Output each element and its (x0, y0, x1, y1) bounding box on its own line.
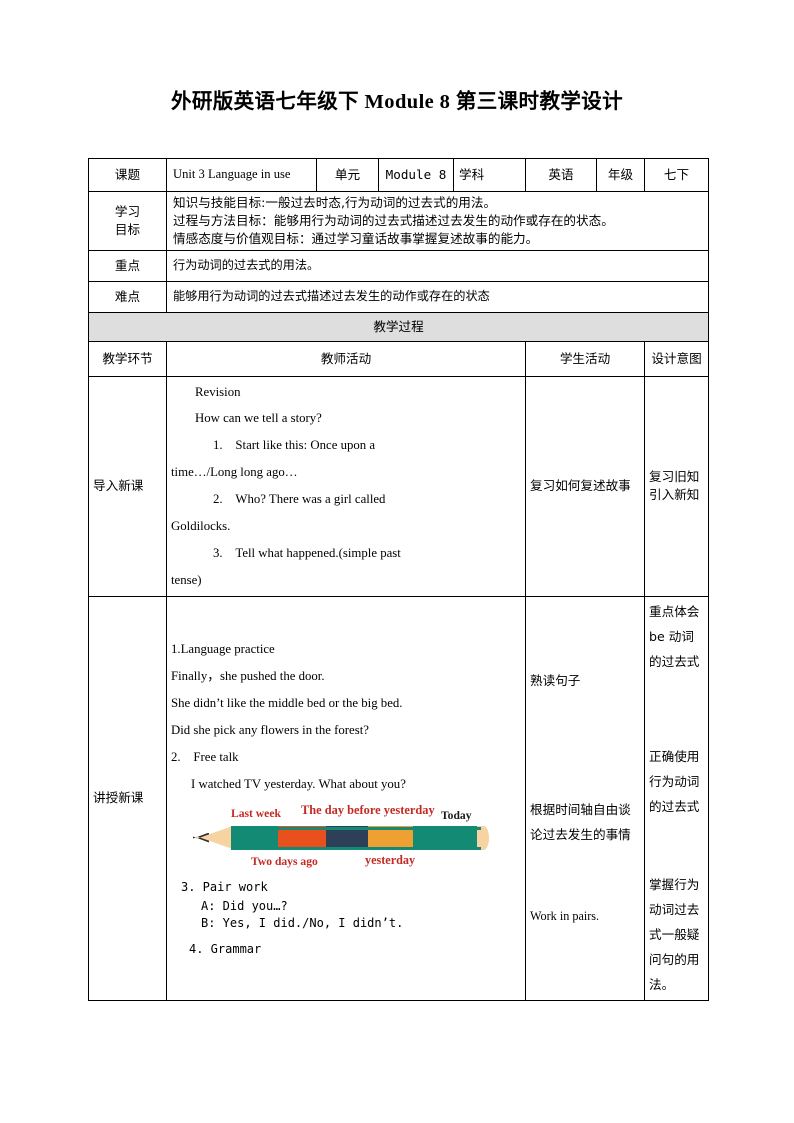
student-activity-item: 熟读句子 (530, 673, 581, 689)
col-header-stage: 教学环节 (88, 340, 167, 377)
revision-question: How can we tell a story? (195, 411, 322, 426)
table-row-objectives: 学习 目标 知识与技能目标:一般过去时态,行为动词的过去式的用法。 过程与方法目… (88, 191, 709, 251)
table-row-lead-in: 导入新课 Revision How can we tell a story? 1… (88, 375, 709, 597)
objectives-label-line1: 学习 (114, 203, 141, 219)
stage-new-lesson: 讲授新课 (88, 595, 167, 1001)
timeline-label-yesterday: yesterday (365, 852, 416, 867)
unit-label: 单元 (316, 158, 379, 192)
objectives-label: 学习 目标 (88, 191, 167, 251)
objective-line: 情感态度与价值观目标：通过学习童话故事掌握复述故事的能力。 (173, 230, 539, 246)
student-activity-item: Work in pairs. (530, 908, 600, 923)
design-intent-new-lesson: 重点体会 be 动词的过去式 正确使用行为动词的过去式 掌握行为动词过去式一般疑… (644, 595, 709, 1001)
table-row-new-lesson: 讲授新课 1.Language practice Finally，she pus… (88, 595, 709, 1001)
topic-value: Unit 3 Language in use (166, 158, 317, 192)
practice-sentence: She didn’t like the middle bed or the bi… (171, 696, 403, 711)
pair-work-line-b: B: Yes, I did./No, I didn’t. (201, 916, 404, 931)
pair-work-title: 3. Pair work (181, 879, 268, 894)
table-row-key-point: 重点 行为动词的过去式的用法。 (88, 249, 709, 282)
revision-item: Goldilocks. (171, 518, 231, 533)
subject-value: 英语 (525, 158, 597, 192)
timeline-label-today: Today (441, 808, 472, 822)
objectives-content: 知识与技能目标:一般过去时态,行为动词的过去式的用法。 过程与方法目标：能够用行… (166, 191, 709, 251)
pencil-stripe (231, 826, 481, 830)
subject-label: 学科 (453, 158, 526, 192)
topic-label: 课题 (88, 158, 167, 192)
timeline-label-two-days-ago: Two days ago (251, 854, 318, 868)
revision-item: 3. Tell what happened.(simple past (213, 545, 401, 560)
difficult-point-label: 难点 (88, 280, 167, 313)
pair-work-line-a: A: Did you…? (201, 898, 288, 913)
practice-sentence: Did she pick any flowers in the forest? (171, 722, 369, 737)
student-activity-lead-in: 复习如何复述故事 (525, 375, 645, 597)
table-row-process-headers: 教学环节 教师活动 学生活动 设计意图 (88, 340, 709, 377)
table-row-process-band: 教学过程 (88, 311, 709, 342)
design-intent-item: 掌握行为动词过去式一般疑问句的用法。 (649, 876, 700, 993)
key-point-value: 行为动词的过去式的用法。 (166, 249, 709, 282)
student-activity-item: 根据时间轴自由谈论过去发生的事情 (530, 802, 631, 843)
stage-lead-in: 导入新课 (88, 375, 167, 597)
design-intent-item: 正确使用行为动词的过去式 (649, 749, 700, 815)
revision-item: time…/Long long ago… (171, 465, 298, 480)
timeline-label-day-before-yesterday: The day before yesterday (301, 802, 435, 817)
revision-item: 1. Start like this: Once upon a (213, 438, 376, 453)
difficult-point-value: 能够用行为动词的过去式描述过去发生的动作或存在的状态 (166, 280, 709, 313)
grade-label: 年级 (596, 158, 645, 192)
design-intent-item: 重点体会 be 动词的过去式 (649, 603, 700, 669)
free-talk-prompt: I watched TV yesterday. What about you? (191, 776, 406, 791)
objective-line: 知识与技能目标:一般过去时态,行为动词的过去式的用法。 (173, 195, 497, 210)
unit-value: Module 8 (378, 158, 454, 192)
teacher-activity-lead-in: Revision How can we tell a story? 1. Sta… (166, 375, 526, 597)
grammar-title: 4. Grammar (189, 941, 262, 956)
revision-item: 2. Who? There was a girl called (213, 492, 386, 507)
design-intent-lead-in: 复习旧知引入新知 (644, 375, 709, 597)
key-point-label: 重点 (88, 249, 167, 282)
free-talk-title: 2. Free talk (171, 749, 239, 764)
practice-sentence: Finally，she pushed the door. (171, 669, 325, 684)
document-page: 外研版英语七年级下 Module 8 第三课时教学设计 课题 Unit 3 La… (0, 0, 794, 1123)
objective-line: 过程与方法目标：能够用行为动词的过去式描述过去发生的动作或存在的状态。 (173, 212, 614, 228)
objectives-label-line2: 目标 (114, 221, 141, 237)
revision-heading: Revision (195, 384, 241, 399)
teacher-activity-new-lesson: 1.Language practice Finally，she pushed t… (166, 595, 526, 1001)
lesson-plan-table: 课题 Unit 3 Language in use 单元 Module 8 学科… (88, 158, 709, 1001)
grade-value: 七下 (644, 158, 709, 192)
col-header-student: 学生活动 (525, 340, 645, 377)
col-header-intent: 设计意图 (644, 340, 709, 377)
page-title: 外研版英语七年级下 Module 8 第三课时教学设计 (170, 91, 624, 113)
student-activity-new-lesson: 熟读句子 根据时间轴自由谈论过去发生的事情 Work in pairs. (525, 595, 645, 1001)
timeline-label-last-week: Last week (231, 806, 281, 820)
table-row-difficult-point: 难点 能够用行为动词的过去式描述过去发生的动作或存在的状态 (88, 280, 709, 313)
col-header-teacher: 教师活动 (166, 340, 526, 377)
revision-item: tense) (171, 572, 202, 587)
pencil-stripe (231, 846, 481, 850)
pencil-timeline-figure: Last week The day before yesterday Today (193, 802, 493, 874)
pencil-wood-icon (196, 825, 234, 850)
process-band-title: 教学过程 (88, 311, 709, 342)
language-practice-title: 1.Language practice (171, 642, 275, 657)
table-row-basic-info: 课题 Unit 3 Language in use 单元 Module 8 学科… (88, 158, 709, 192)
